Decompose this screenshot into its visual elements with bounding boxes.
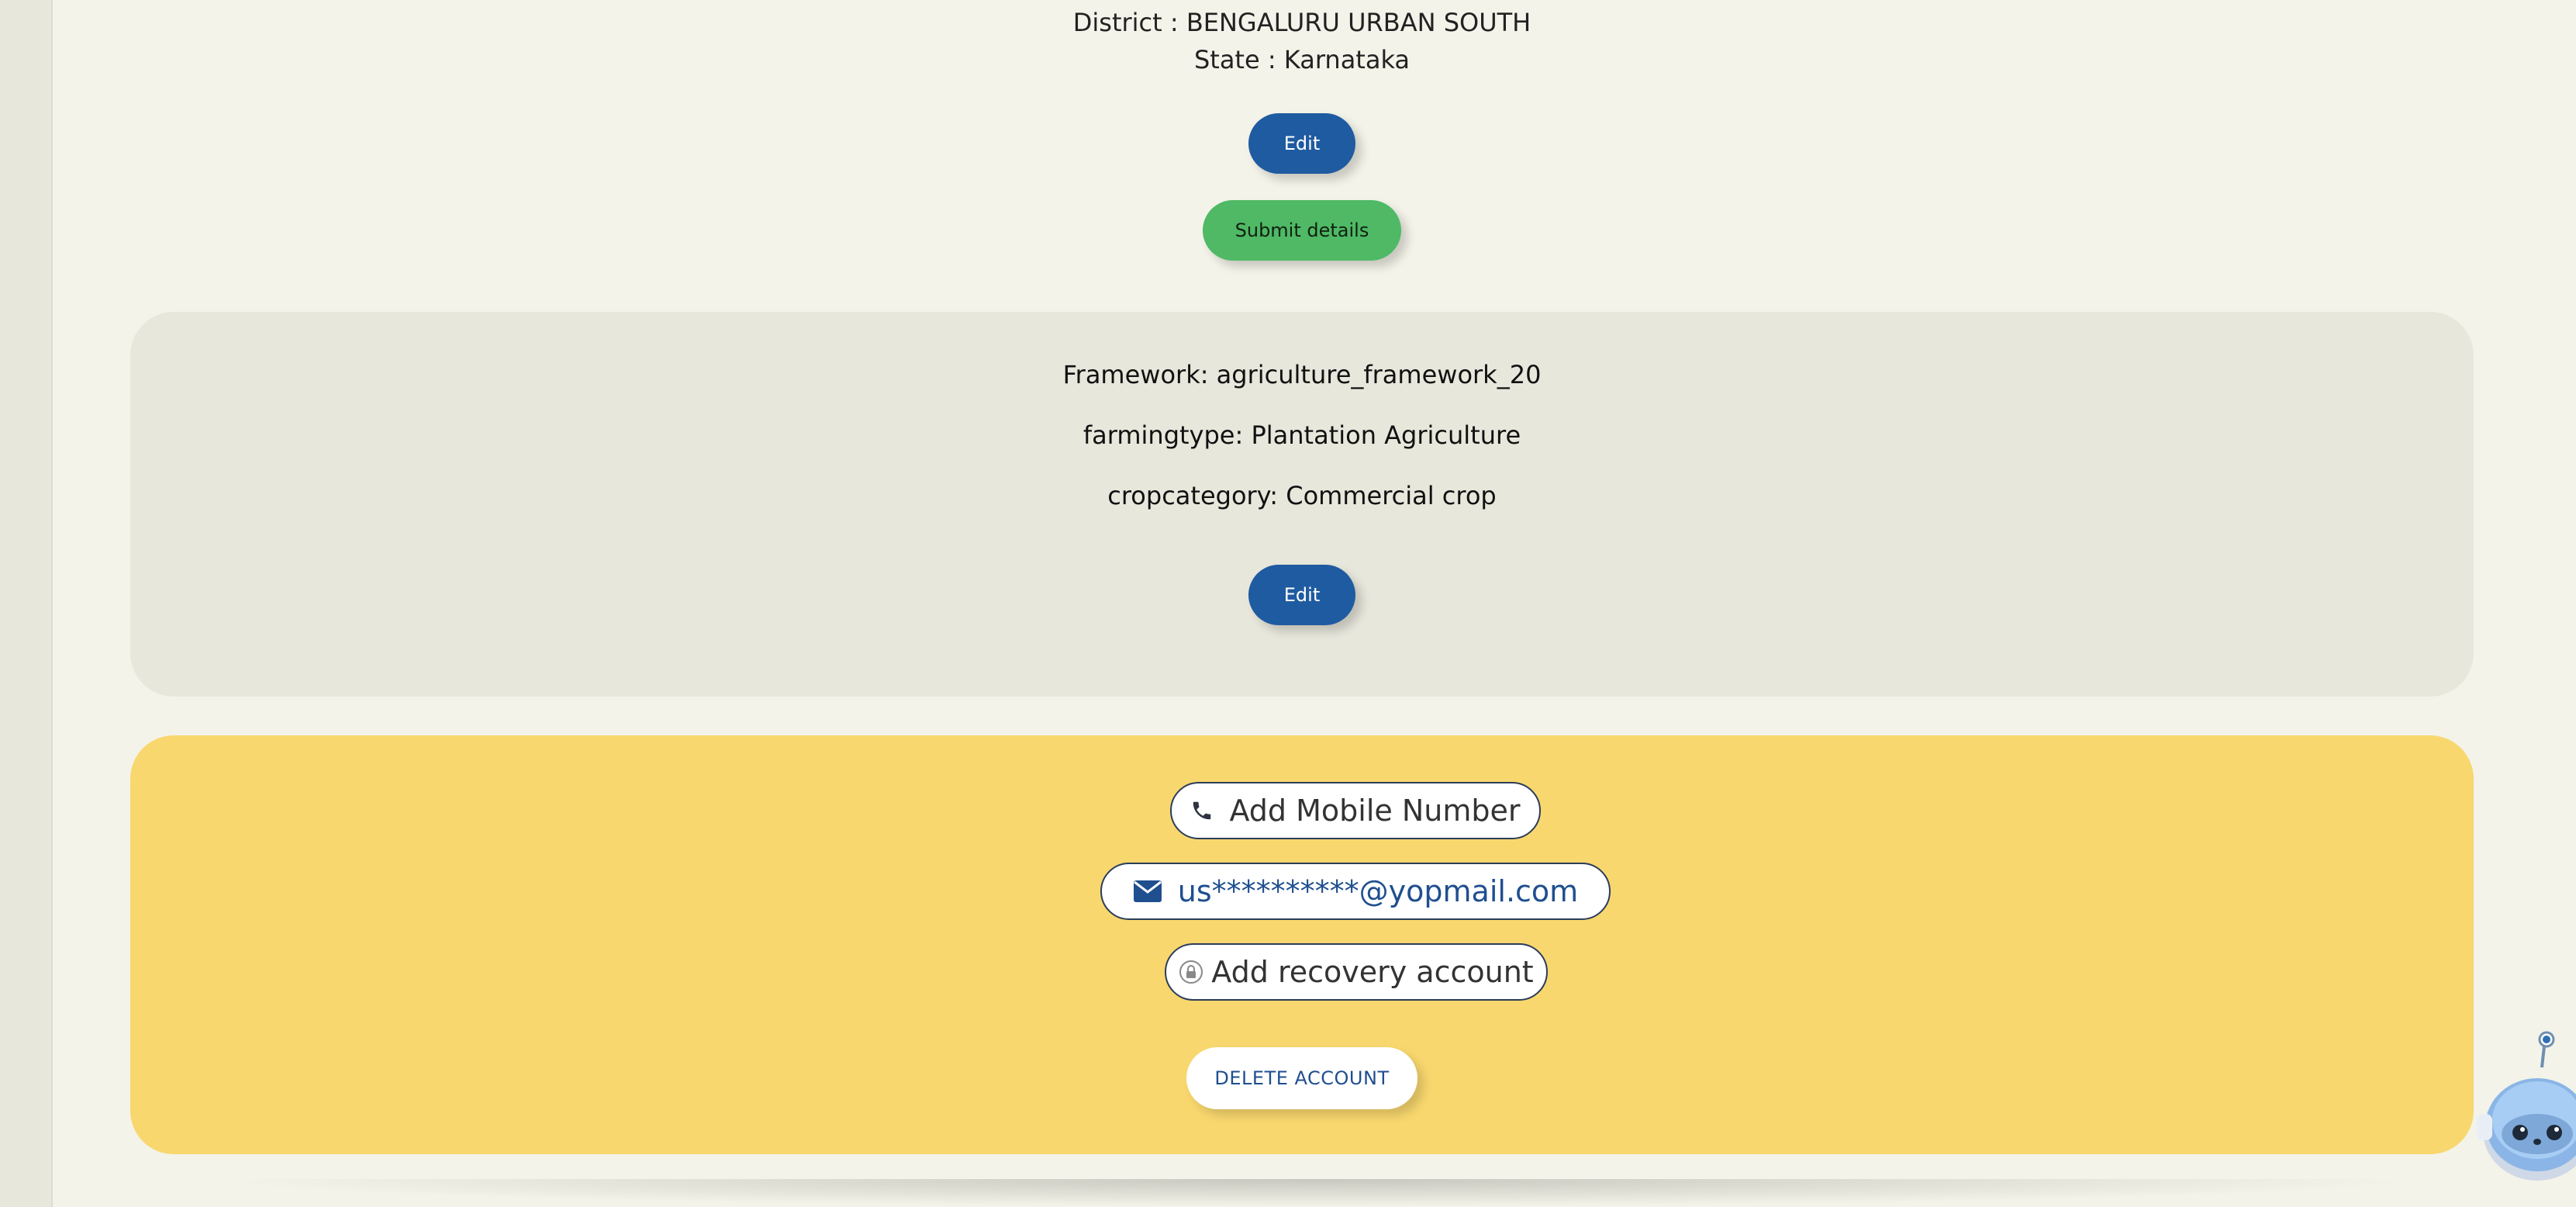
lock-icon <box>1179 960 1203 984</box>
email-button[interactable]: us**********@yopmail.com <box>1100 863 1611 920</box>
farmingtype-text: farmingtype: Plantation Agriculture <box>1083 420 1521 450</box>
add-recovery-label: Add recovery account <box>1211 955 1534 989</box>
envelope-icon <box>1133 880 1162 903</box>
add-mobile-button[interactable]: Add Mobile Number <box>1170 782 1541 839</box>
cropcategory-text: cropcategory: Commercial crop <box>1107 481 1497 510</box>
account-panel: Add Mobile Number us**********@yopmail.c… <box>130 735 2474 1154</box>
section-shadow <box>208 1179 2426 1207</box>
framework-edit-button[interactable]: Edit <box>1248 565 1355 625</box>
robot-assistant-icon[interactable] <box>2466 1029 2576 1184</box>
phone-icon <box>1190 799 1214 822</box>
framework-panel: Framework: agriculture_framework_20 farm… <box>130 312 2474 697</box>
left-rail <box>0 0 53 1207</box>
delete-account-button[interactable]: DELETE ACCOUNT <box>1186 1047 1417 1109</box>
email-value: us**********@yopmail.com <box>1177 874 1579 908</box>
submit-details-button[interactable]: Submit details <box>1203 200 1401 261</box>
address-edit-button[interactable]: Edit <box>1248 113 1355 174</box>
state-text: State : Karnataka <box>1193 45 1411 74</box>
add-recovery-button[interactable]: Add recovery account <box>1165 943 1548 1001</box>
framework-text: Framework: agriculture_framework_20 <box>1062 360 1542 389</box>
page-content: District : BENGALURU URBAN SOUTH State :… <box>53 0 2576 1207</box>
add-mobile-label: Add Mobile Number <box>1229 794 1521 828</box>
district-text: District : BENGALURU URBAN SOUTH <box>1072 8 1531 37</box>
